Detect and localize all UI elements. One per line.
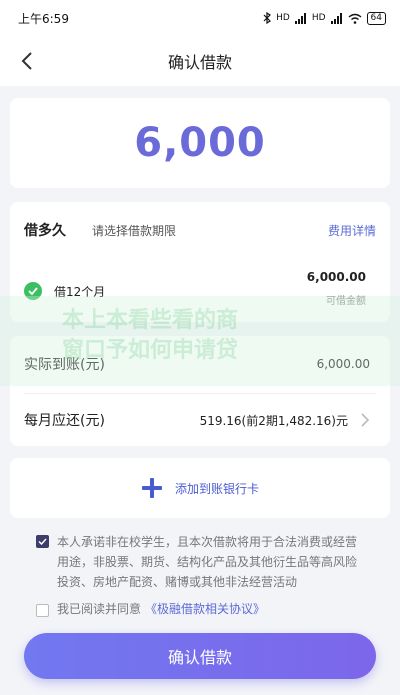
divider [24, 393, 376, 394]
commitment-text: 本人承诺非在校学生，且本次借款将用于合法消费或经营用途，非股票、期货、结构化产品… [57, 535, 358, 589]
wifi-icon [348, 13, 361, 24]
protocol-row: 我已阅读并同意 《极融借款相关协议》 [36, 600, 265, 617]
back-button[interactable] [14, 48, 40, 74]
term-card: 借多久 请选择借款期限 费用详情 借12个月 6,000.00 可借金额 [10, 202, 390, 322]
status-bar: 上午6:59 HD HD 64 [0, 0, 400, 36]
bluetooth-icon [263, 12, 272, 24]
chevron-right-icon[interactable] [360, 413, 370, 427]
received-value: 6,000.00 [316, 357, 370, 371]
protocol-prefix: 我已阅读并同意 [57, 602, 142, 616]
commitment-block: 本人承诺非在校学生，且本次借款将用于合法消费或经营用途，非股票、期货、结构化产品… [36, 532, 366, 592]
signal-label-1: HD [276, 13, 290, 23]
signal-bars-icon [294, 12, 306, 24]
monthly-label: 每月应还(元) [24, 413, 105, 429]
loan-amount: 6,000 [134, 120, 266, 166]
commitment-checkbox[interactable] [36, 535, 49, 548]
term-amount-block: 6,000.00 可借金额 [307, 270, 366, 307]
plus-icon [141, 478, 162, 498]
nav-bar: 确认借款 [0, 36, 400, 86]
protocol-checkbox[interactable] [36, 603, 49, 617]
chevron-left-icon [21, 52, 32, 70]
repayment-info-card: 实际到账(元) 6,000.00 每月应还(元) 519.16(前2期1,482… [10, 336, 390, 446]
status-icons: HD HD 64 [263, 11, 386, 25]
term-header: 借多久 请选择借款期限 费用详情 [24, 220, 376, 240]
term-placeholder[interactable]: 请选择借款期限 [92, 222, 176, 239]
page-title: 确认借款 [167, 53, 232, 72]
term-option-row[interactable]: 借12个月 6,000.00 可借金额 [24, 270, 366, 307]
received-label: 实际到账(元) [24, 357, 105, 373]
term-title: 借多久 [24, 223, 66, 239]
term-amount: 6,000.00 [306, 270, 366, 284]
term-option-label: 借12个月 [54, 285, 106, 299]
protocol-link[interactable]: 《极融借款相关协议》 [145, 600, 265, 617]
check-circle-icon [24, 282, 42, 300]
status-time: 上午6:59 [18, 11, 69, 26]
monthly-row[interactable]: 每月应还(元) 519.16(前2期1,482.16)元 [24, 408, 370, 432]
received-row: 实际到账(元) 6,000.00 [24, 352, 370, 376]
confirm-loan-button[interactable]: 确认借款 [24, 633, 376, 679]
signal-label-2: HD [311, 13, 326, 23]
monthly-value: 519.16(前2期1,482.16)元 [199, 413, 348, 428]
add-bank-card-label: 添加到账银行卡 [174, 481, 259, 496]
add-bank-card-button[interactable]: 添加到账银行卡 [10, 458, 390, 518]
amount-card: 6,000 [10, 98, 390, 188]
battery-icon: 64 [366, 11, 386, 25]
term-amount-label: 可借金额 [326, 296, 366, 307]
signal-bars-icon-2 [330, 12, 342, 24]
fee-detail-link[interactable]: 费用详情 [328, 222, 376, 239]
